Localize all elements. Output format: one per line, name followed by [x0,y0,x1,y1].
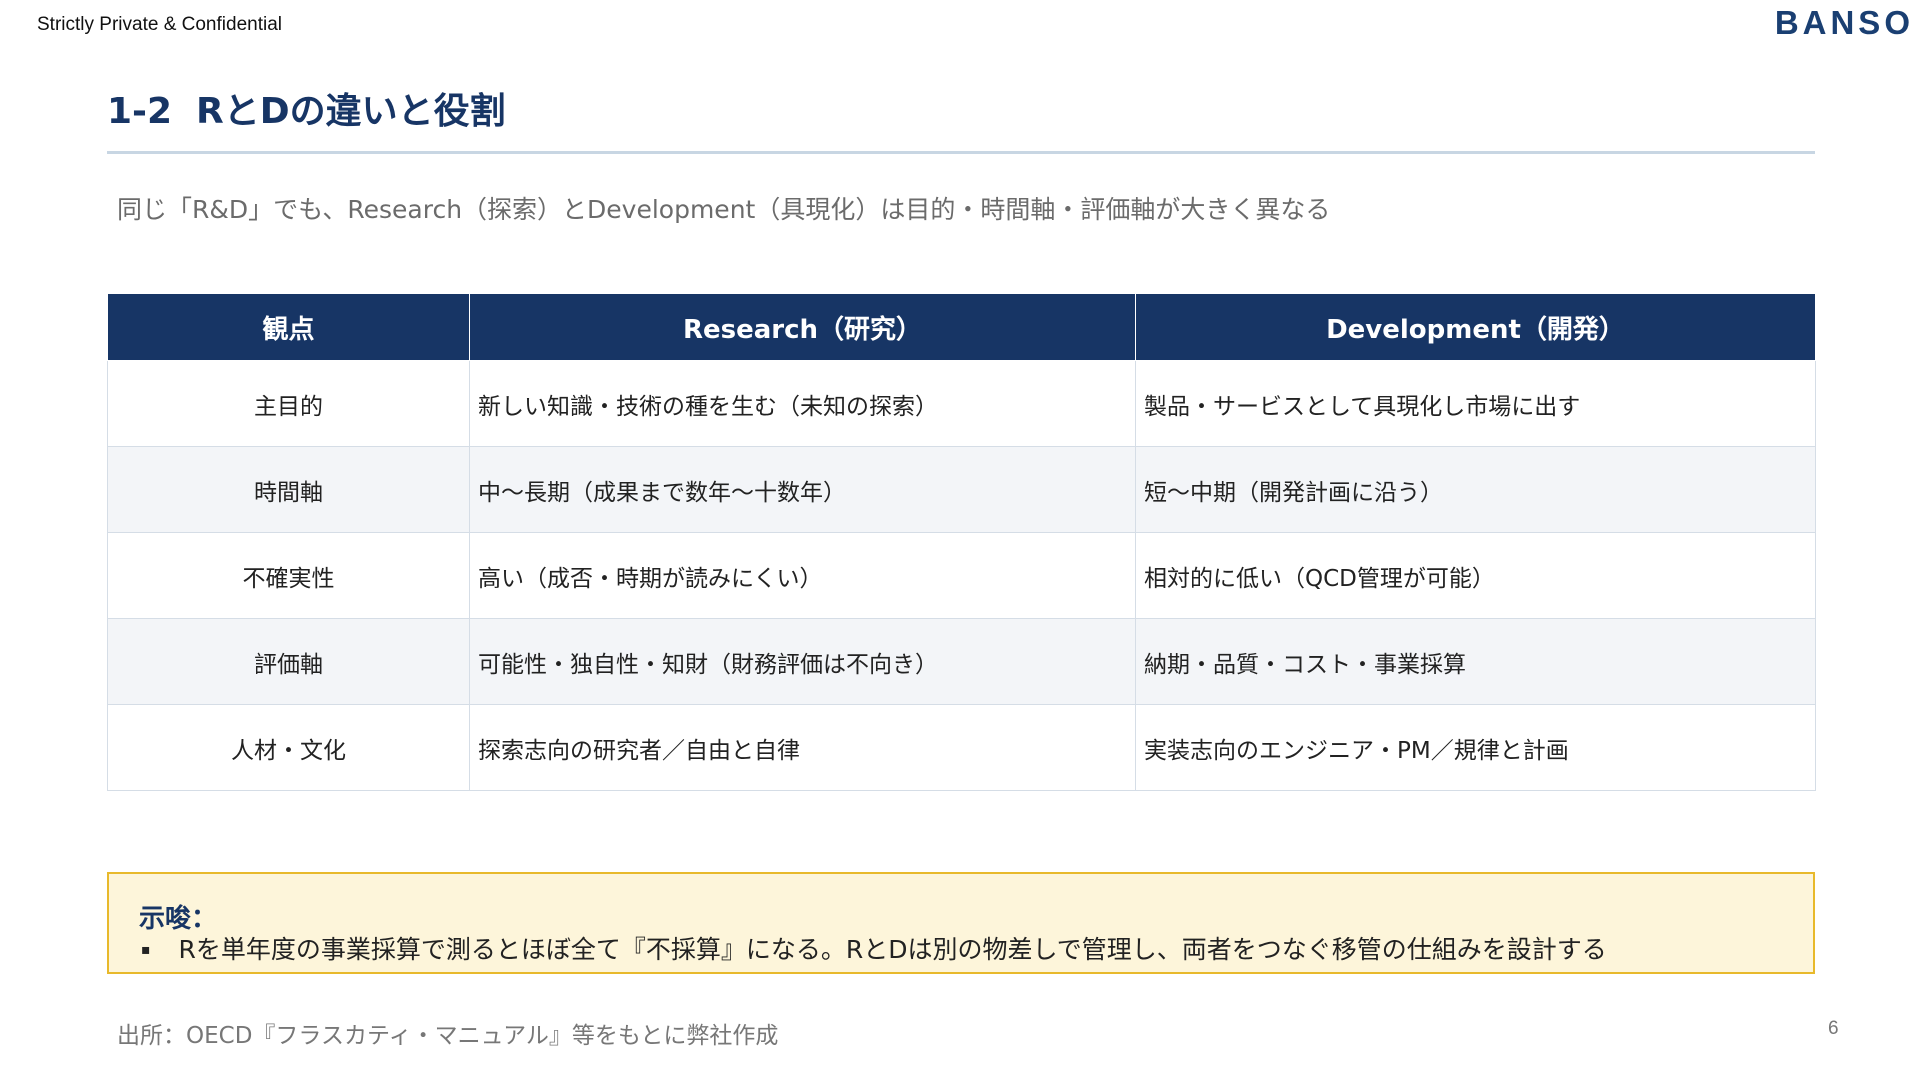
section-number: 1-2 [107,91,173,132]
aspect-cell: 不確実性 [107,532,470,619]
page-title: 1-2 RとDの違いと役割 [107,82,506,134]
development-cell: 実装志向のエンジニア・PM／規律と計画 [1135,704,1816,791]
aspect-cell: 時間軸 [107,446,470,533]
confidential-label: Strictly Private & Confidential [37,14,282,35]
implication-box: 示唆： ▪ Rを単年度の事業採算で測るとほぼ全て『不採算』になる。RとDは別の物差… [107,872,1815,974]
development-cell: 相対的に低い（QCD管理が可能） [1135,532,1816,619]
implication-item: ▪ Rを単年度の事業採算で測るとほぼ全て『不採算』になる。RとDは別の物差しで管理… [141,930,1607,966]
research-cell: 中〜長期（成果まで数年〜十数年） [469,446,1136,533]
table-row: 時間軸 中〜長期（成果まで数年〜十数年） 短〜中期（開発計画に沿う） [107,446,1816,533]
research-cell: 探索志向の研究者／自由と自律 [469,704,1136,791]
banso-logo: BANSO [1774,4,1914,41]
research-cell: 新しい知識・技術の種を生む（未知の探索） [469,360,1136,447]
table-row: 不確実性 高い（成否・時期が読みにくい） 相対的に低い（QCD管理が可能） [107,532,1816,619]
research-cell: 高い（成否・時期が読みにくい） [469,532,1136,619]
table-row: 評価軸 可能性・独自性・知財（財務評価は不向き） 納期・品質・コスト・事業採算 [107,618,1816,705]
header-development: Development（開発） [1135,293,1816,361]
table-row: 主目的 新しい知識・技術の種を生む（未知の探索） 製品・サービスとして具現化し市… [107,360,1816,447]
research-cell: 可能性・独自性・知財（財務評価は不向き） [469,618,1136,705]
bullet-icon: ▪ [141,942,151,958]
implication-text: Rを単年度の事業採算で測るとほぼ全て『不採算』になる。RとDは別の物差しで管理し… [178,935,1607,964]
development-cell: 短〜中期（開発計画に沿う） [1135,446,1816,533]
page-subtitle: 同じ「R&D」でも、Research（探索）とDevelopment（具現化）は… [117,195,1331,224]
page-number: 6 [1828,1018,1839,1039]
source-note: 出所：OECD『フラスカティ・マニュアル』等をもとに弊社作成 [117,1023,779,1049]
comparison-table: 観点 Research（研究） Development（開発） 主目的 新しい知… [107,293,1816,791]
title-divider [107,151,1815,154]
aspect-cell: 人材・文化 [107,704,470,791]
development-cell: 製品・サービスとして具現化し市場に出す [1135,360,1816,447]
header-aspect: 観点 [107,293,470,361]
table-header-row: 観点 Research（研究） Development（開発） [107,293,1816,361]
aspect-cell: 評価軸 [107,618,470,705]
title-text: RとDの違いと役割 [196,91,506,132]
aspect-cell: 主目的 [107,360,470,447]
header-research: Research（研究） [469,293,1136,361]
table-row: 人材・文化 探索志向の研究者／自由と自律 実装志向のエンジニア・PM／規律と計画 [107,704,1816,791]
development-cell: 納期・品質・コスト・事業採算 [1135,618,1816,705]
